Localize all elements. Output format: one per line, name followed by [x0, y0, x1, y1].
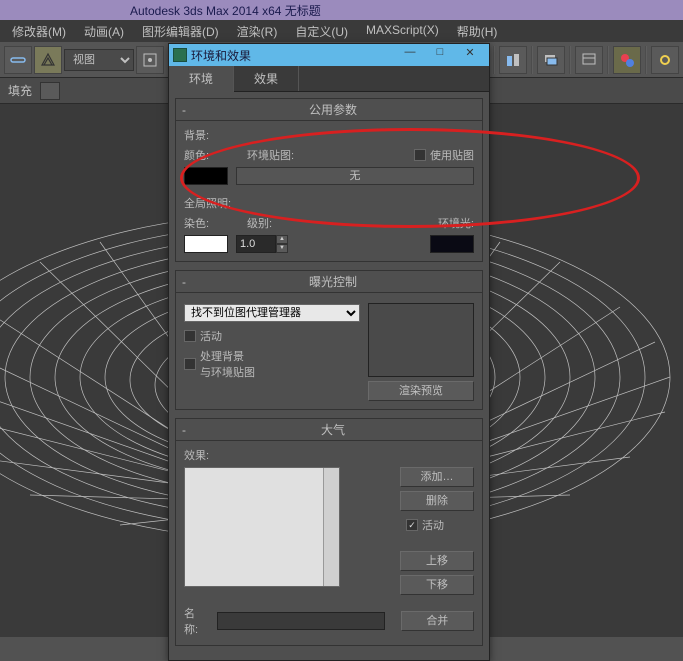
dialog-title-bar[interactable]: 环境和效果 — □ ✕: [169, 44, 489, 66]
background-label: 背景:: [184, 127, 474, 143]
add-button[interactable]: 添加…: [400, 467, 474, 487]
viewport-select[interactable]: 视图: [64, 49, 134, 71]
close-button[interactable]: ✕: [455, 46, 485, 64]
process-bg-checkbox[interactable]: [184, 358, 196, 370]
minimize-button[interactable]: —: [395, 46, 425, 64]
bg-color-swatch[interactable]: [184, 167, 228, 185]
active-label: 活动: [200, 328, 222, 344]
app-title-bar: Autodesk 3ds Max 2014 x64 无标题: [0, 0, 683, 20]
menu-bar: 修改器(M) 动画(A) 图形编辑器(D) 渲染(R) 自定义(U) MAXSc…: [0, 20, 683, 42]
with-env-label: 与环境贴图: [200, 364, 255, 380]
toolbar-separator: [645, 46, 647, 74]
menu-maxscript[interactable]: MAXScript(X): [358, 20, 447, 42]
atmosphere-rollout: - 大气 效果: 添加… 删除 ✓ 活动: [175, 418, 483, 646]
menu-customize[interactable]: 自定义(U): [287, 20, 356, 42]
dialog-body: - 公用参数 背景: 颜色: 环境贴图: 使用贴图: [169, 92, 489, 660]
exposure-manager-select[interactable]: 找不到位图代理管理器: [184, 304, 360, 322]
exposure-rollout: - 曝光控制 找不到位图代理管理器 活动: [175, 270, 483, 410]
collapse-icon: -: [182, 103, 186, 117]
rollout-title: 大气: [190, 421, 476, 438]
envmap-label: 环境贴图:: [247, 147, 406, 163]
tab-effects[interactable]: 效果: [234, 66, 299, 91]
tint-label: 染色:: [184, 215, 239, 231]
toolbar-separator: [569, 46, 571, 74]
env-map-button[interactable]: 无: [236, 167, 474, 185]
collapse-icon: -: [182, 423, 186, 437]
global-illum-label: 全局照明:: [184, 195, 474, 211]
tint-swatch[interactable]: [184, 235, 228, 253]
merge-button[interactable]: 合并: [401, 611, 474, 631]
menu-graph-editors[interactable]: 图形编辑器(D): [134, 20, 227, 42]
collapse-icon: -: [182, 275, 186, 289]
tab-row: 环境 效果: [169, 66, 489, 92]
use-map-checkbox-wrap: 使用贴图: [414, 147, 474, 163]
tool-align[interactable]: [499, 46, 527, 74]
render-preview-button[interactable]: 渲染预览: [368, 381, 474, 401]
active-checkbox[interactable]: [184, 330, 196, 342]
env-effects-dialog: 环境和效果 — □ ✕ 环境 效果 - 公用参数 背景: 颜色: 环境贴图:: [168, 43, 490, 661]
tool-use-center[interactable]: [136, 46, 164, 74]
tool-layers[interactable]: [537, 46, 565, 74]
menu-modifiers[interactable]: 修改器(M): [4, 20, 74, 42]
exposure-preview-box: [368, 303, 474, 377]
fill-dropdown[interactable]: [40, 82, 60, 100]
delete-button[interactable]: 删除: [400, 491, 474, 511]
maximize-button[interactable]: □: [425, 46, 455, 64]
level-input[interactable]: [236, 235, 276, 253]
app-icon: [173, 48, 187, 62]
app-title: Autodesk 3ds Max 2014 x64 无标题: [130, 4, 321, 18]
tool-render-setup[interactable]: [651, 46, 679, 74]
ambient-label: 环境光:: [438, 215, 474, 231]
menu-animation[interactable]: 动画(A): [76, 20, 132, 42]
tab-environment[interactable]: 环境: [169, 66, 234, 92]
tool-material[interactable]: [613, 46, 641, 74]
process-bg-label: 处理背景: [200, 348, 255, 364]
spinner-down-icon[interactable]: ▼: [276, 244, 288, 253]
movedown-button[interactable]: 下移: [400, 575, 474, 595]
tool-schematic[interactable]: [575, 46, 603, 74]
toolbar-separator: [531, 46, 533, 74]
atmos-active-checkbox[interactable]: ✓: [406, 519, 418, 531]
tool-refsys[interactable]: [34, 46, 62, 74]
use-map-label: 使用贴图: [430, 147, 474, 163]
ambient-swatch[interactable]: [430, 235, 474, 253]
use-map-checkbox[interactable]: [414, 149, 426, 161]
atmos-active-label: 活动: [422, 517, 444, 533]
level-label: 级别:: [247, 215, 317, 231]
spinner-up-icon[interactable]: ▲: [276, 235, 288, 244]
menu-help[interactable]: 帮助(H): [449, 20, 506, 42]
name-input[interactable]: [217, 612, 385, 630]
tool-link[interactable]: [4, 46, 32, 74]
toolbar-separator: [607, 46, 609, 74]
fill-label: 填充: [8, 82, 32, 99]
effects-listbox[interactable]: [184, 467, 340, 587]
name-label: 名称:: [184, 605, 209, 637]
rollout-title: 公用参数: [190, 101, 476, 118]
common-params-rollout: - 公用参数 背景: 颜色: 环境贴图: 使用贴图: [175, 98, 483, 262]
effects-label: 效果:: [184, 447, 474, 463]
rollout-header[interactable]: - 曝光控制: [176, 271, 482, 293]
level-spinner[interactable]: ▲ ▼: [236, 235, 288, 253]
menu-rendering[interactable]: 渲染(R): [229, 20, 286, 42]
rollout-header[interactable]: - 公用参数: [176, 99, 482, 121]
toolbar-separator: [493, 46, 495, 74]
rollout-title: 曝光控制: [190, 273, 476, 290]
scrollbar[interactable]: [323, 468, 339, 586]
rollout-header[interactable]: - 大气: [176, 419, 482, 441]
color-label: 颜色:: [184, 147, 239, 163]
dialog-title: 环境和效果: [191, 47, 395, 64]
moveup-button[interactable]: 上移: [400, 551, 474, 571]
